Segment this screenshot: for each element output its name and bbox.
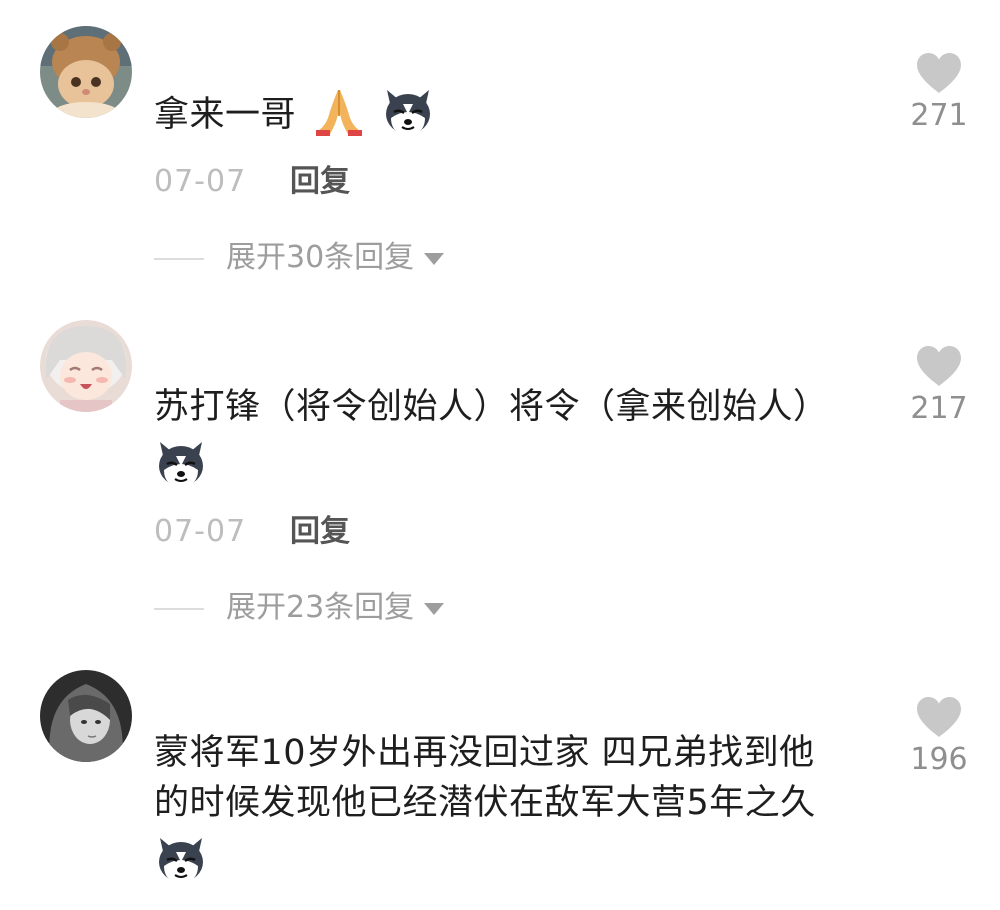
comment-text: 蒙将军10岁外出再没回过家 四兄弟找到他 的时候发现他已经潜伏在敌军大营5年之久 — [154, 728, 874, 886]
husky-dog-icon — [381, 84, 435, 138]
expand-replies-label: 展开23条回复 — [226, 590, 415, 625]
like-button[interactable]: 217 — [904, 345, 974, 427]
divider — [154, 257, 204, 260]
comment-text-line: 拿来一哥 — [154, 95, 297, 135]
expand-replies-button[interactable]: 展开30条回复 — [154, 238, 445, 278]
comment-date: 07-07 — [154, 164, 247, 199]
like-button[interactable]: 196 — [904, 696, 974, 778]
caret-down-icon — [424, 252, 445, 265]
comment-meta: 07-07 回复 — [154, 162, 350, 202]
reply-button[interactable]: 回复 — [290, 512, 350, 552]
heart-icon — [915, 52, 963, 94]
comment-date: 07-07 — [154, 514, 247, 549]
heart-icon — [915, 696, 963, 738]
avatar[interactable] — [40, 670, 132, 762]
pray-hands-icon — [315, 90, 362, 136]
divider — [154, 607, 204, 610]
comment-text-line: 蒙将军10岁外出再没回过家 四兄弟找到他 — [154, 733, 815, 773]
heart-icon — [915, 345, 963, 387]
comment-text: 拿来一哥 — [154, 84, 874, 140]
comment-text: 苏打锋（将令创始人）将令（拿来创始人） — [154, 382, 874, 490]
like-count: 196 — [910, 742, 968, 777]
husky-dog-icon — [154, 832, 208, 886]
expand-replies-button[interactable]: 展开23条回复 — [154, 588, 445, 628]
caret-down-icon — [424, 602, 445, 615]
avatar[interactable] — [40, 26, 132, 118]
expand-replies-label: 展开30条回复 — [226, 240, 415, 275]
comment-text-line: 的时候发现他已经潜伏在敌军大营5年之久 — [154, 783, 816, 823]
reply-button[interactable]: 回复 — [290, 162, 350, 202]
avatar[interactable] — [40, 320, 132, 412]
like-button[interactable]: 271 — [904, 52, 974, 134]
comment-meta: 07-07 回复 — [154, 512, 350, 552]
like-count: 271 — [910, 98, 968, 133]
husky-dog-icon — [154, 436, 208, 490]
like-count: 217 — [910, 391, 968, 426]
comment-text-line: 苏打锋（将令创始人）将令（拿来创始人） — [154, 387, 829, 427]
